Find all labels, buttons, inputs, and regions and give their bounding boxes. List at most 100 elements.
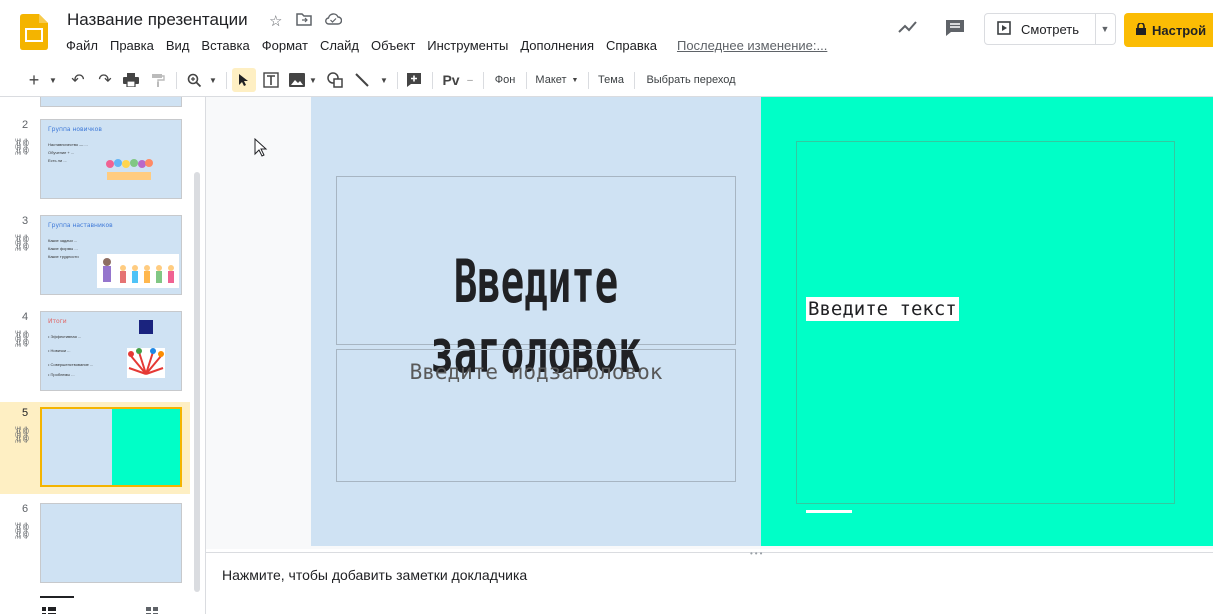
comments-icon[interactable] [945,19,965,41]
toolbar-divider [397,72,398,89]
presentation-title[interactable]: Название презентации [67,10,248,30]
undo-icon[interactable]: ↶ [68,69,88,91]
slide-thumbnail[interactable] [40,97,182,107]
theme-button[interactable]: Тема [594,69,628,91]
background-button[interactable]: Фон [489,69,521,91]
last-edit-link[interactable]: Последнее изменение:... [671,37,833,55]
filmstrip-item[interactable]: 4 ⛓ Итоги • Эффективная ... • Новички ..… [0,309,200,401]
link-icon: ⛓ [12,523,33,540]
shape-icon[interactable] [325,69,345,91]
thumb-line: Обучение + ... [48,150,75,155]
slide-number: 6 [22,503,29,515]
notes-resize-handle[interactable]: ••• [750,549,764,558]
mouse-cursor-icon [254,137,268,163]
speaker-notes[interactable]: ••• Нажмите, чтобы добавить заметки докл… [206,549,1213,615]
slide-thumbnail[interactable] [40,407,182,487]
present-dropdown-chevron-icon[interactable]: ▼ [1095,13,1116,45]
redo-icon[interactable]: ↷ [95,69,115,91]
print-icon[interactable] [121,69,141,91]
toolbar-divider [588,72,589,89]
menu-help[interactable]: Справка [600,37,663,55]
thumb-line: Какие формы ... [48,246,78,251]
thumb-image-children [97,254,179,288]
menu-insert[interactable]: Вставка [195,37,255,55]
menu-format[interactable]: Формат [256,37,314,55]
body-placeholder-text: Введите текст [806,297,959,321]
paint-format-icon[interactable] [148,69,168,91]
filmstrip-scrollbar[interactable] [194,172,200,592]
menu-object[interactable]: Объект [365,37,421,55]
thumb-image-balloons [104,158,154,182]
link-icon: ⛓ [12,139,33,156]
menu-tools[interactable]: Инструменты [421,37,514,55]
menu-addons[interactable]: Дополнения [514,37,600,55]
move-folder-icon[interactable] [296,12,312,30]
line-icon[interactable] [352,69,372,91]
share-label: Настрой [1152,22,1207,38]
insert-image-icon[interactable] [287,69,307,91]
toolbar-divider [634,72,635,89]
activity-trend-icon[interactable] [898,20,918,38]
slide-filmstrip: 2 ⛓ Группа новичков Наставничество — ...… [0,97,206,614]
filmstrip-view-icon[interactable] [42,604,56,614]
thumb-line: • Проблемы ... [48,372,75,377]
thumb-line: Есть ли ... [48,158,67,163]
menu-slide[interactable]: Слайд [314,37,365,55]
add-comment-icon[interactable] [404,69,424,91]
grid-view-icon[interactable] [146,604,158,614]
lock-icon [1136,21,1146,38]
subtitle-placeholder-text: Введите подзаголовок [409,360,663,384]
input-tools-icon[interactable]: Рv [440,69,462,91]
notes-placeholder: Нажмите, чтобы добавить заметки докладчи… [222,567,528,583]
present-label: Смотреть [1021,21,1079,37]
share-button[interactable]: Настрой [1124,13,1213,47]
link-icon: ⛓ [12,331,33,348]
title-placeholder[interactable]: Введите заголовок [336,176,736,387]
filmstrip-item[interactable]: 2 ⛓ Группа новичков Наставничество — ...… [0,117,200,209]
subtitle-placeholder[interactable]: Введите подзаголовок [336,349,736,482]
new-slide-plus-icon[interactable]: + [24,69,44,91]
body-placeholder[interactable]: Введите текст [796,141,1175,504]
transition-button[interactable]: Выбрать переход [641,69,741,91]
thumb-line: Наставничество — ... [48,142,88,147]
image-dropdown-icon[interactable]: ▼ [307,69,319,91]
thumb-title: Группа наставников [48,222,113,229]
menu-view[interactable]: Вид [160,37,196,55]
cloud-saved-icon [324,12,343,30]
filmstrip-item[interactable]: 5 ⛓ [0,405,200,497]
thumb-line: • Эффективная ... [48,334,82,339]
layout-dropdown-icon[interactable]: ▼ [570,69,580,91]
toolbar-divider [483,72,484,89]
star-icon[interactable]: ☆ [269,12,282,30]
thumb-image-icon [139,320,153,334]
zoom-icon[interactable] [184,69,204,91]
slides-logo-icon[interactable] [20,14,48,50]
slide-number: 4 [22,311,29,323]
thumb-title: Итоги [48,318,67,325]
toolbar-divider [526,72,527,89]
present-button[interactable]: Смотреть [984,13,1096,45]
menu-edit[interactable]: Правка [104,37,160,55]
filmstrip-item[interactable]: 6 ⛓ [0,501,200,593]
new-slide-dropdown-icon[interactable]: ▼ [47,69,59,91]
select-cursor-icon[interactable] [232,68,256,92]
slide-thumbnail[interactable]: Итоги • Эффективная ... • Новички ... • … [40,311,182,391]
filmstrip-view-tab-indicator [40,596,74,598]
toolbar-divider [226,72,227,89]
slide-thumbnail[interactable]: Группа новичков Наставничество — ... Обу… [40,119,182,199]
menu-file[interactable]: Файл [60,37,104,55]
accent-line [806,510,852,513]
layout-button[interactable]: Макет [533,69,569,91]
filmstrip-item[interactable]: 3 ⛓ Группа наставников Какие задачи ... … [0,213,200,305]
input-tools-dropdown-icon[interactable]: – [465,69,475,91]
thumb-right-panel [112,409,180,485]
line-dropdown-icon[interactable]: ▼ [378,69,390,91]
toolbar: + ▼ ↶ ↷ ▼ ▼ ▼ Рv – Фон Макет ▼ Тема Выбр… [0,64,1213,97]
slide-number: 5 [22,407,29,419]
thumb-image-people [127,348,165,378]
slide-thumbnail[interactable] [40,503,182,583]
zoom-dropdown-icon[interactable]: ▼ [207,69,219,91]
present-icon [997,20,1011,38]
text-box-icon[interactable] [261,69,281,91]
slide-thumbnail[interactable]: Группа наставников Какие задачи ... Каки… [40,215,182,295]
